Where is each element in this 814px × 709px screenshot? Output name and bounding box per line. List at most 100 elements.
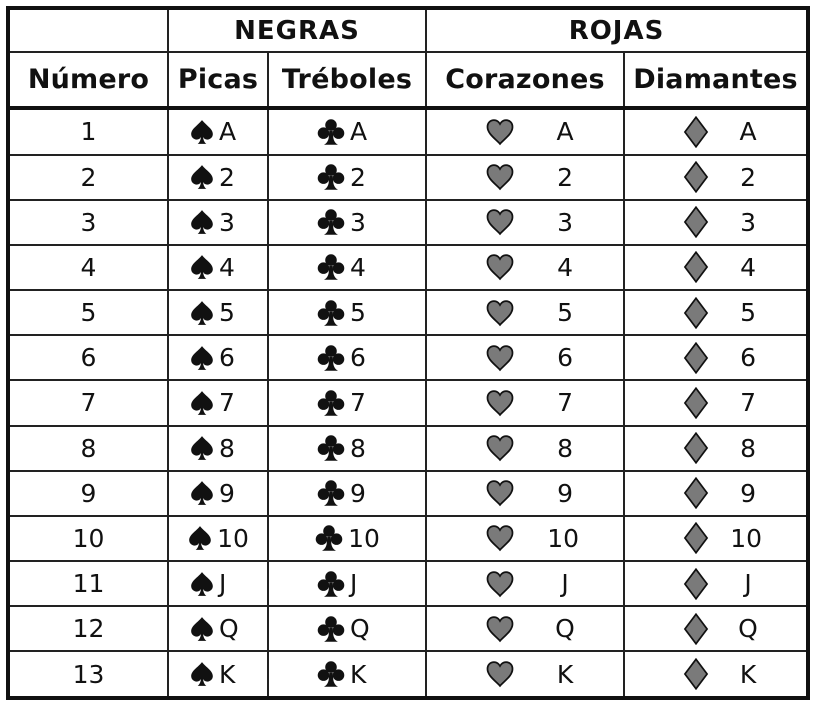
table-row: 1 A A A A (7, 107, 810, 156)
spade-icon (189, 661, 215, 687)
hearts-rank: 5 (557, 298, 573, 328)
diamond-icon (683, 386, 709, 419)
spades-rank: Q (219, 614, 239, 644)
number-value: 3 (80, 207, 97, 237)
clubs-rank: 9 (350, 478, 366, 508)
hearts-cell: J (425, 560, 626, 608)
table-row: 3 3 3 3 3 (7, 198, 810, 246)
spade-icon (189, 616, 215, 642)
heart-icon (485, 298, 515, 328)
table-row: 7 7 7 7 7 (7, 379, 810, 427)
diamonds-rank: K (739, 659, 757, 689)
diamonds-rank: 2 (740, 162, 756, 192)
hearts-rank: Q (555, 614, 575, 644)
diamond-icon (683, 296, 709, 329)
hearts-cell: 9 (425, 469, 626, 517)
diamond-icon (683, 658, 709, 691)
number-cell: 8 (7, 424, 169, 472)
heart-icon (485, 207, 515, 237)
number-cell: 11 (7, 560, 169, 608)
spades-cell: 3 (167, 198, 269, 246)
diamonds-cell: 6 (623, 334, 810, 382)
spades-cell: 8 (167, 424, 269, 472)
spades-cell: 2 (167, 153, 269, 201)
table-row: 12 Q Q Q Q (7, 605, 810, 653)
number-cell: 2 (7, 153, 169, 201)
diamond-icon (683, 206, 709, 239)
hearts-cell: 5 (425, 289, 626, 337)
table-row: 6 6 6 6 6 (7, 334, 810, 382)
number-value: 5 (80, 298, 97, 328)
spades-rank: 8 (219, 433, 235, 463)
spades-cell: 4 (167, 243, 269, 292)
hearts-rank: 3 (557, 207, 573, 237)
hearts-cell: Q (425, 605, 626, 653)
clubs-rank: 5 (350, 298, 366, 328)
number-value: 13 (72, 659, 105, 689)
spades-rank: 2 (219, 162, 235, 192)
club-icon (316, 570, 346, 598)
diamonds-cell: 3 (623, 198, 810, 246)
diamond-icon (683, 567, 709, 600)
diamonds-cell: 2 (623, 153, 810, 201)
club-icon (316, 118, 346, 146)
number-cell: 13 (7, 650, 169, 699)
spade-icon (189, 119, 215, 145)
diamonds-cell: 5 (623, 289, 810, 337)
heart-icon (485, 523, 515, 553)
number-cell: 7 (7, 379, 169, 427)
diamonds-cell: A (623, 107, 810, 156)
group-header-black: NEGRAS (166, 7, 428, 53)
column-header-number: Número (7, 51, 169, 109)
diamonds-rank: Q (738, 614, 758, 644)
diamonds-rank: 6 (740, 343, 756, 373)
club-icon (316, 389, 346, 417)
clubs-cell: J (266, 560, 428, 608)
clubs-rank: 4 (350, 252, 366, 282)
table-row: 5 5 5 5 5 (7, 289, 810, 337)
clubs-rank: 6 (350, 343, 366, 373)
club-icon (316, 253, 346, 281)
club-icon (314, 524, 344, 552)
diamond-icon (683, 477, 709, 510)
hearts-rank: J (561, 569, 569, 599)
hearts-rank: 2 (557, 162, 573, 192)
clubs-rank: K (350, 659, 367, 689)
spade-icon (189, 345, 215, 371)
table-row: 10 10 10 10 10 (7, 514, 810, 563)
column-header-spades: Picas (167, 51, 269, 109)
diamonds-cell: 4 (623, 243, 810, 292)
number-cell: 9 (7, 469, 169, 517)
table-row: 8 8 8 8 8 (7, 424, 810, 472)
hearts-cell: A (425, 107, 626, 156)
diamonds-cell: 7 (623, 379, 810, 427)
spade-icon (189, 300, 215, 326)
heart-icon (485, 433, 515, 463)
clubs-cell: K (266, 650, 428, 699)
heart-icon (485, 569, 515, 599)
clubs-rank: J (350, 569, 358, 599)
diamonds-rank: 7 (740, 388, 756, 418)
spade-icon (189, 164, 215, 190)
hearts-rank: 8 (557, 433, 573, 463)
hearts-rank: A (556, 117, 574, 147)
column-header-diamonds: Diamantes (623, 51, 810, 109)
club-icon (316, 344, 346, 372)
table-row: 4 4 4 4 4 (7, 243, 810, 292)
hearts-cell: 8 (425, 424, 626, 472)
table-row: 2 2 2 2 2 (7, 153, 810, 201)
club-icon (316, 299, 346, 327)
number-value: 11 (72, 569, 105, 599)
hearts-rank: 7 (557, 388, 573, 418)
heart-icon (485, 343, 515, 373)
number-value: 9 (80, 478, 97, 508)
number-cell: 3 (7, 198, 169, 246)
club-icon (316, 208, 346, 236)
diamonds-cell: J (623, 560, 810, 608)
spades-cell: A (167, 107, 269, 156)
clubs-rank: 10 (348, 523, 380, 553)
diamond-icon (683, 251, 709, 284)
hearts-cell: 2 (425, 153, 626, 201)
hearts-rank: 4 (557, 252, 573, 282)
spades-cell: 10 (167, 514, 269, 563)
